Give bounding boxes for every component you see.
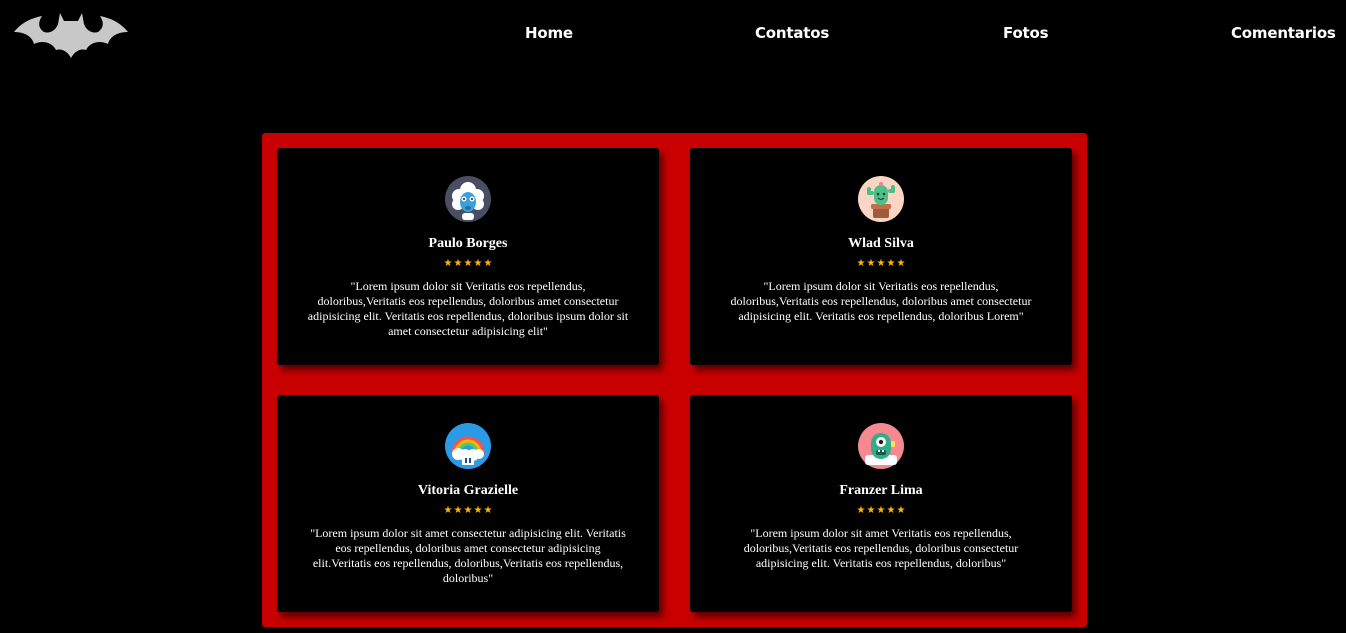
reviewer-name: Wlad Silva: [848, 236, 914, 251]
star-icon: ★: [483, 258, 493, 269]
nav-fotos[interactable]: Fotos: [1003, 24, 1049, 42]
rainbow-avatar-icon: [445, 423, 491, 469]
star-icon: ★: [886, 258, 896, 269]
reviewer-name: Vitoria Grazielle: [417, 483, 519, 498]
star-icon: ★: [856, 505, 866, 516]
star-icon: ★: [856, 258, 866, 269]
star-icon: ★: [896, 258, 906, 269]
nav-contatos[interactable]: Contatos: [755, 24, 829, 42]
star-icon: ★: [473, 258, 483, 269]
testimonial-card: Paulo Borges ★★★★★ "Lorem ipsum dolor si…: [277, 148, 659, 365]
star-icon: ★: [463, 505, 473, 516]
star-icon: ★: [453, 258, 463, 269]
star-rating: ★★★★★: [690, 259, 1072, 269]
star-icon: ★: [886, 505, 896, 516]
testimonials-panel: Paulo Borges ★★★★★ "Lorem ipsum dolor si…: [262, 133, 1087, 627]
star-rating: ★★★★★: [690, 506, 1072, 516]
star-rating: ★★★★★: [277, 259, 659, 269]
star-icon: ★: [473, 505, 483, 516]
cactus-avatar-icon: [858, 176, 904, 222]
nav-comentarios[interactable]: Comentarios: [1231, 24, 1336, 42]
star-icon: ★: [866, 258, 876, 269]
nav-home[interactable]: Home: [525, 24, 573, 42]
star-rating: ★★★★★: [277, 506, 659, 516]
star-icon: ★: [896, 505, 906, 516]
star-icon: ★: [463, 258, 473, 269]
header: Home Contatos Fotos Comentarios: [0, 0, 1346, 70]
review-text: "Lorem ipsum dolor sit Veritatis eos rep…: [730, 279, 1032, 323]
star-icon: ★: [866, 505, 876, 516]
bat-logo-icon[interactable]: [14, 10, 128, 60]
star-icon: ★: [443, 505, 453, 516]
reviewer-name: Franzer Lima: [839, 483, 923, 498]
star-icon: ★: [443, 258, 453, 269]
testimonial-card: Franzer Lima ★★★★★ "Lorem ipsum dolor si…: [690, 395, 1072, 612]
monster-avatar-icon: [858, 423, 904, 469]
reviewer-name: Paulo Borges: [428, 236, 508, 251]
review-text: "Lorem ipsum dolor sit Veritatis eos rep…: [307, 279, 629, 338]
star-icon: ★: [483, 505, 493, 516]
sheep-avatar-icon: [445, 176, 491, 222]
testimonial-card: Wlad Silva ★★★★★ "Lorem ipsum dolor sit …: [690, 148, 1072, 365]
star-icon: ★: [876, 258, 886, 269]
testimonial-card: Vitoria Grazielle ★★★★★ "Lorem ipsum dol…: [277, 395, 659, 612]
review-text: "Lorem ipsum dolor sit amet Veritatis eo…: [743, 526, 1019, 570]
review-text: "Lorem ipsum dolor sit amet consectetur …: [310, 526, 626, 585]
star-icon: ★: [876, 505, 886, 516]
star-icon: ★: [453, 505, 463, 516]
